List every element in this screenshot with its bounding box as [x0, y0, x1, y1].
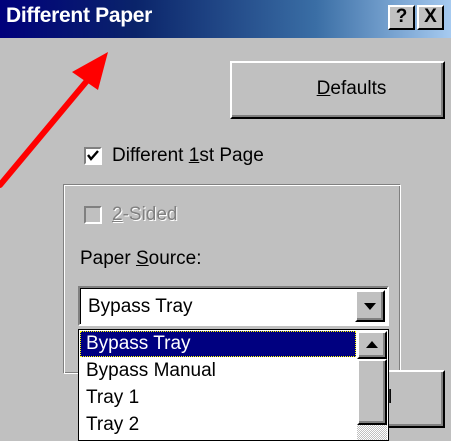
- checkmark-icon: [87, 150, 99, 161]
- scroll-up-button[interactable]: [357, 331, 387, 359]
- different-paper-dialog: Different Paper ? X Defaults Different 1…: [0, 0, 451, 441]
- list-item-tray-2[interactable]: Tray 2: [80, 412, 356, 438]
- different-first-page-checkbox[interactable]: [84, 147, 102, 165]
- list-item-bypass-manual[interactable]: Bypass Manual: [80, 358, 356, 384]
- help-button[interactable]: ?: [388, 5, 415, 30]
- scroll-thumb[interactable]: [357, 359, 387, 425]
- defaults-button-label: Defaults: [316, 78, 387, 99]
- arrow-shaft: [0, 67, 99, 188]
- two-sided-label: 2-Sided: [112, 204, 178, 225]
- two-sided-checkbox[interactable]: [84, 206, 102, 224]
- dropdown-arrow-button[interactable]: [355, 290, 385, 322]
- window-title: Different Paper: [6, 4, 153, 27]
- paper-source-dropdown-list[interactable]: Bypass Tray Bypass Manual Tray 1 Tray 2: [78, 329, 389, 441]
- list-item-tray-1[interactable]: Tray 1: [80, 385, 356, 411]
- defaults-button[interactable]: Defaults: [230, 61, 445, 119]
- title-bar[interactable]: Different Paper ? X: [0, 0, 451, 38]
- paper-source-combobox[interactable]: Bypass Tray: [78, 286, 389, 326]
- chevron-up-icon: [366, 341, 378, 348]
- list-scrollbar[interactable]: [357, 331, 387, 440]
- arrow-head: [72, 52, 108, 90]
- paper-source-label: Paper Source:: [80, 248, 202, 269]
- list-item-bypass-tray[interactable]: Bypass Tray: [80, 331, 356, 357]
- close-button[interactable]: X: [417, 5, 444, 30]
- chevron-down-icon: [364, 303, 376, 310]
- different-first-page-label[interactable]: Different 1st Page: [112, 145, 264, 167]
- paper-source-value: Bypass Tray: [88, 296, 193, 317]
